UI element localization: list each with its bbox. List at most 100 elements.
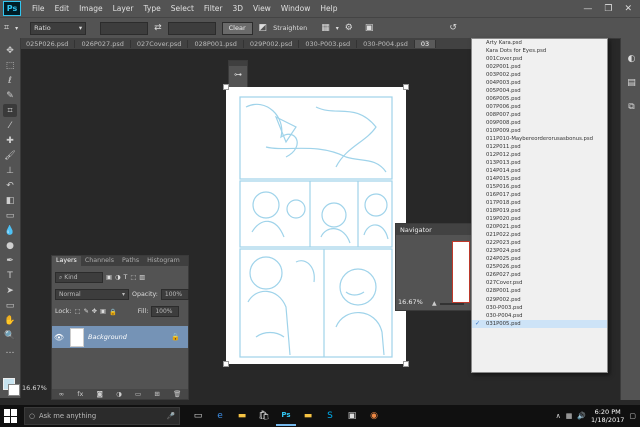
file-list-item[interactable]: 003P002.psd (472, 71, 607, 79)
crop-handle[interactable] (403, 361, 409, 367)
layer-name[interactable]: Background (88, 333, 127, 341)
lasso-tool-icon[interactable]: ℓ (3, 74, 17, 87)
file-list-item[interactable]: 017P018.psd (472, 199, 607, 207)
opacity-input[interactable]: 100% (160, 289, 189, 300)
tab-document[interactable]: 030-P003.psd (299, 39, 358, 48)
menu-type[interactable]: Type (139, 4, 166, 13)
file-list-item[interactable]: 016P017.psd (472, 191, 607, 199)
navigator-zoom[interactable]: 16.67% (398, 298, 423, 306)
layer-row-background[interactable]: 👁 Background 🔒 (52, 326, 188, 348)
file-list-item[interactable]: 012P011.psd (472, 143, 607, 151)
tab-paths[interactable]: Paths (118, 256, 143, 266)
ratio-select[interactable]: Ratio ▾ (30, 21, 87, 35)
pen-tool-icon[interactable]: ✒ (3, 254, 17, 267)
tab-layers[interactable]: Layers (52, 256, 81, 266)
crop-handle[interactable] (223, 361, 229, 367)
windows-start-icon[interactable] (4, 409, 18, 423)
cortana-search-input[interactable]: ○ Ask me anything 🎤 (24, 407, 180, 425)
menu-file[interactable]: File (27, 4, 50, 13)
gradient-tool-icon[interactable]: ▭ (3, 209, 17, 222)
move-tool-icon[interactable]: ✥ (3, 44, 17, 57)
file-list-item[interactable]: 008P007.psd (472, 111, 607, 119)
marquee-tool-icon[interactable]: ⬚ (3, 59, 17, 72)
eyedropper-tool-icon[interactable]: ⁄ (3, 119, 17, 132)
file-list-item[interactable]: 005P004.psd (472, 87, 607, 95)
file-list-item[interactable]: 021P022.psd (472, 231, 607, 239)
blur-tool-icon[interactable]: 💧 (3, 224, 17, 237)
file-list-item[interactable]: 019P020.psd (472, 215, 607, 223)
minimize-icon[interactable]: — (583, 4, 592, 14)
zoom-out-icon[interactable]: ▲ (432, 300, 437, 307)
grid-overlay-icon[interactable]: ▦ (321, 23, 330, 33)
notifications-icon[interactable]: ▢ (629, 412, 636, 420)
navigator-zoom-slider[interactable] (440, 303, 464, 305)
tab-document-active[interactable]: 03 (414, 39, 437, 48)
crop-icon[interactable]: ⌗ (4, 23, 9, 33)
clone-stamp-tool-icon[interactable]: ⊥ (3, 164, 17, 177)
background-color-swatch[interactable] (8, 384, 20, 396)
menu-help[interactable]: Help (315, 4, 342, 13)
folder-taskbar-icon[interactable]: ▬ (298, 406, 318, 426)
height-input[interactable] (167, 21, 216, 35)
file-list-item[interactable]: Kara Dots for Eyes.psd (472, 47, 607, 55)
menu-image[interactable]: Image (74, 4, 108, 13)
file-list-item[interactable]: 006P005.psd (472, 95, 607, 103)
tab-channels[interactable]: Channels (81, 256, 118, 266)
file-list-item[interactable]: Arty Kara.psd (472, 39, 607, 47)
color-panel-icon[interactable]: ◐ (625, 52, 638, 65)
chrome-icon[interactable]: ◉ (364, 406, 384, 426)
file-list-item[interactable]: 014P015.psd (472, 175, 607, 183)
crop-handle[interactable] (403, 84, 409, 90)
skype-icon[interactable]: S (320, 406, 340, 426)
restore-icon[interactable]: ❐ (604, 4, 612, 14)
eraser-tool-icon[interactable]: ◧ (3, 194, 17, 207)
file-list-item[interactable]: 030-P003.psd (472, 304, 607, 312)
menu-filter[interactable]: Filter (199, 4, 228, 13)
menu-layer[interactable]: Layer (108, 4, 139, 13)
file-list-item[interactable]: 009P008.psd (472, 119, 607, 127)
file-list-item[interactable]: 028P001.psd (472, 287, 607, 295)
lock-pixels-icon[interactable]: ⬚ (74, 308, 80, 315)
tool-presets-icon[interactable]: ⊶ (229, 70, 247, 79)
tab-document[interactable]: 030-P004.psd (357, 39, 415, 48)
file-list-item[interactable]: 024P025.psd (472, 255, 607, 263)
straighten-button[interactable]: Straighten (273, 24, 307, 32)
hand-tool-icon[interactable]: ✋ (3, 314, 17, 327)
filter-shape-icon[interactable]: ⬚ (130, 274, 136, 281)
volume-icon[interactable]: 🔊 (577, 412, 586, 420)
gear-icon[interactable]: ⚙ (345, 23, 353, 33)
crop-tool-icon[interactable]: ⌗ (3, 104, 17, 117)
microphone-icon[interactable]: 🎤 (167, 412, 175, 420)
lock-move-icon[interactable]: ✥ (92, 308, 97, 315)
swap-icon[interactable]: ⇄ (154, 23, 162, 33)
menu-edit[interactable]: Edit (50, 4, 75, 13)
file-list-item[interactable]: 007P006.psd (472, 103, 607, 111)
path-select-tool-icon[interactable]: ➤ (3, 284, 17, 297)
file-list-item[interactable]: 012P012.psd (472, 151, 607, 159)
file-list-item[interactable]: 014P014.psd (472, 167, 607, 175)
reset-icon[interactable]: ↺ (449, 23, 457, 33)
tab-document[interactable]: 025P026.psd (20, 39, 76, 48)
history-brush-tool-icon[interactable]: ↶ (3, 179, 17, 192)
file-list-item[interactable]: 029P002.psd (472, 296, 607, 304)
file-list-item[interactable]: 004P003.psd (472, 79, 607, 87)
panel-drag-handle[interactable] (229, 61, 247, 66)
app-taskbar-icon[interactable]: ▣ (342, 406, 362, 426)
status-zoom[interactable]: 16.67% (22, 384, 47, 392)
blend-mode-select[interactable]: Normal ▾ (55, 289, 129, 300)
filter-pixel-icon[interactable]: ▣ (106, 274, 112, 281)
file-list-item[interactable]: 026P027.psd (472, 271, 607, 279)
navigator-thumbnail[interactable] (452, 241, 470, 303)
edge-browser-icon[interactable]: e (210, 406, 230, 426)
menu-view[interactable]: View (248, 4, 276, 13)
file-list-item[interactable]: 015P016.psd (472, 183, 607, 191)
content-aware-icon[interactable]: ▣ (365, 23, 374, 33)
lock-all-icon[interactable]: 🔒 (109, 308, 117, 316)
task-view-icon[interactable]: ▭ (188, 406, 208, 426)
tab-document[interactable]: 028P001.psd (188, 39, 244, 48)
quick-select-tool-icon[interactable]: ✎ (3, 89, 17, 102)
file-list-item[interactable]: 002P001.psd (472, 63, 607, 71)
filter-adjust-icon[interactable]: ◑ (115, 274, 121, 281)
fill-input[interactable]: 100% (151, 306, 180, 317)
close-icon[interactable]: ✕ (624, 4, 632, 14)
